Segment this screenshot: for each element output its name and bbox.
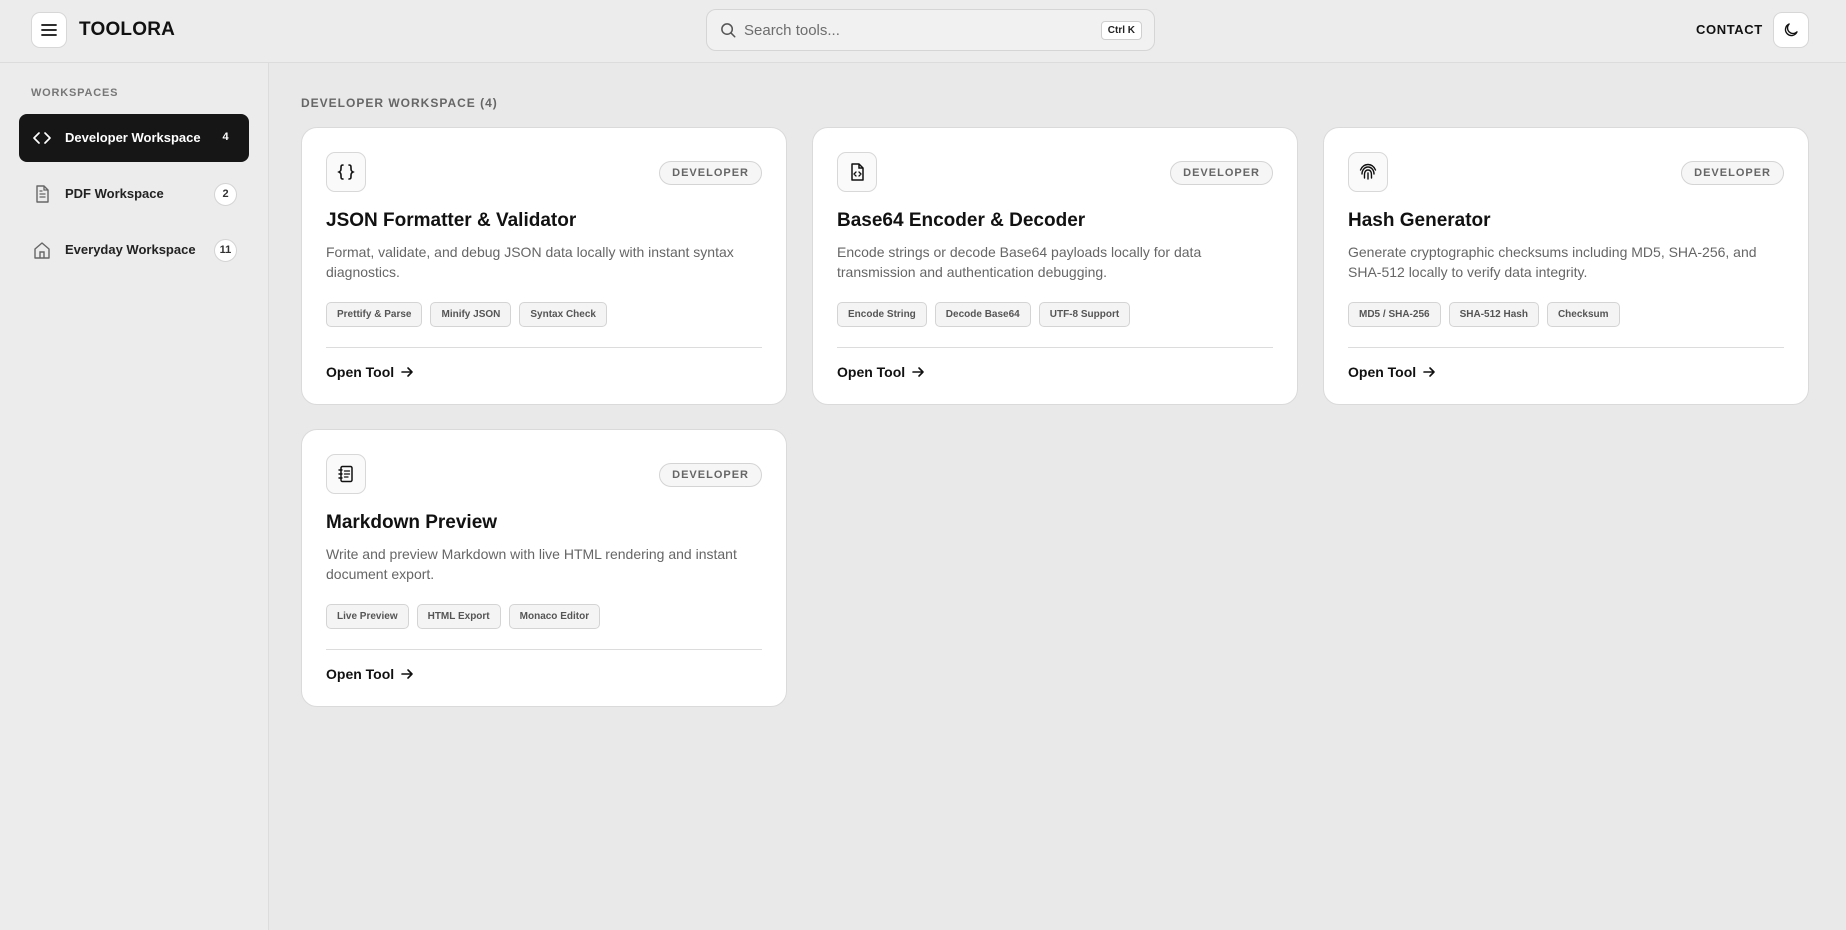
feature-chip: MD5 / SHA-256 xyxy=(1348,302,1441,327)
card-description: Format, validate, and debug JSON data lo… xyxy=(326,244,734,280)
feature-chip: SHA-512 Hash xyxy=(1448,302,1539,327)
search-bar[interactable]: Ctrl K xyxy=(706,9,1155,51)
feature-chip: Monaco Editor xyxy=(508,604,601,629)
category-badge: DEVELOPER xyxy=(659,463,762,487)
feature-chip: Syntax Check xyxy=(519,302,607,327)
brand-logo[interactable]: TOOLORA xyxy=(79,19,175,41)
sidebar-item-count: 11 xyxy=(214,239,237,262)
open-tool-link[interactable]: Open Tool xyxy=(837,364,925,380)
code-icon xyxy=(33,132,51,144)
tool-card-markdown[interactable]: DEVELOPER Markdown Preview Write and pre… xyxy=(301,429,787,707)
top-header: TOOLORA Ctrl K CONTACT xyxy=(0,0,1846,63)
tool-icon-box xyxy=(837,152,877,192)
tool-icon-box xyxy=(1348,152,1388,192)
sidebar-item-count: 4 xyxy=(222,131,229,143)
category-badge: DEVELOPER xyxy=(1681,161,1784,185)
shortcut-hint: Ctrl K xyxy=(1100,21,1142,40)
document-icon xyxy=(36,185,49,203)
sidebar-item-pdf[interactable]: PDF Workspace 2 xyxy=(19,170,249,218)
search-input[interactable] xyxy=(744,18,1074,42)
feature-chip: Minify JSON xyxy=(430,302,512,327)
open-tool-label: Open Tool xyxy=(837,364,906,380)
card-description: Write and preview Markdown with live HTM… xyxy=(326,546,737,582)
tool-card-json[interactable]: DEVELOPER JSON Formatter & Validator For… xyxy=(301,127,787,405)
card-title: Markdown Preview xyxy=(326,512,498,533)
feature-chips: Prettify & Parse Minify JSON Syntax Chec… xyxy=(326,302,607,327)
sidebar-item-label: Everyday Workspace xyxy=(65,242,196,257)
category-badge: DEVELOPER xyxy=(659,161,762,185)
card-divider xyxy=(326,649,762,650)
braces-icon xyxy=(337,164,355,180)
home-icon xyxy=(34,242,50,259)
open-tool-label: Open Tool xyxy=(326,666,395,682)
arrow-right-icon xyxy=(401,367,413,377)
sidebar-item-label: Developer Workspace xyxy=(65,130,201,145)
feature-chips: Encode String Decode Base64 UTF-8 Suppor… xyxy=(837,302,1131,327)
card-description: Generate cryptographic checksums includi… xyxy=(1348,244,1757,280)
card-divider xyxy=(1348,347,1784,348)
moon-icon xyxy=(1784,23,1798,37)
tool-icon-box xyxy=(326,454,366,494)
category-badge: DEVELOPER xyxy=(1170,161,1273,185)
feature-chip: Decode Base64 xyxy=(934,302,1031,327)
card-title: Hash Generator xyxy=(1348,210,1491,231)
card-title: Base64 Encoder & Decoder xyxy=(837,210,1086,231)
sidebar-item-developer[interactable]: Developer Workspace 4 xyxy=(19,114,249,162)
feature-chip: Encode String xyxy=(837,302,927,327)
hamburger-icon xyxy=(41,24,57,36)
arrow-right-icon xyxy=(401,669,413,679)
menu-button[interactable] xyxy=(31,12,67,48)
sidebar-item-label: PDF Workspace xyxy=(65,186,164,201)
feature-chip: Prettify & Parse xyxy=(326,302,423,327)
feature-chip: UTF-8 Support xyxy=(1038,302,1131,327)
open-tool-label: Open Tool xyxy=(1348,364,1417,380)
tool-card-hash[interactable]: DEVELOPER Hash Generator Generate crypto… xyxy=(1323,127,1809,405)
feature-chip: Live Preview xyxy=(326,604,409,629)
feature-chips: Live Preview HTML Export Monaco Editor xyxy=(326,604,601,629)
theme-toggle-button[interactable] xyxy=(1773,12,1809,48)
card-title: JSON Formatter & Validator xyxy=(326,210,577,231)
sidebar: WORKSPACES Developer Workspace 4 PDF Wor… xyxy=(0,63,269,930)
fingerprint-icon xyxy=(1359,163,1377,180)
feature-chip: Checksum xyxy=(1546,302,1620,327)
open-tool-label: Open Tool xyxy=(326,364,395,380)
feature-chips: MD5 / SHA-256 SHA-512 Hash Checksum xyxy=(1348,302,1620,327)
contact-link[interactable]: CONTACT xyxy=(1696,22,1763,37)
section-title: DEVELOPER WORKSPACE (4) xyxy=(301,96,498,110)
feature-chip: HTML Export xyxy=(416,604,501,629)
arrow-right-icon xyxy=(912,367,924,377)
file-code-icon xyxy=(851,163,864,181)
sidebar-item-count: 2 xyxy=(214,183,237,206)
tool-icon-box xyxy=(326,152,366,192)
sidebar-item-everyday[interactable]: Everyday Workspace 11 xyxy=(19,226,249,274)
card-divider xyxy=(837,347,1273,348)
arrow-right-icon xyxy=(1423,367,1435,377)
notebook-icon xyxy=(338,465,353,483)
card-description: Encode strings or decode Base64 payloads… xyxy=(837,244,1202,280)
open-tool-link[interactable]: Open Tool xyxy=(326,364,414,380)
tool-card-base64[interactable]: DEVELOPER Base64 Encoder & Decoder Encod… xyxy=(812,127,1298,405)
open-tool-link[interactable]: Open Tool xyxy=(326,666,414,682)
search-icon xyxy=(721,23,736,38)
sidebar-heading: WORKSPACES xyxy=(31,87,119,99)
open-tool-link[interactable]: Open Tool xyxy=(1348,364,1436,380)
card-divider xyxy=(326,347,762,348)
